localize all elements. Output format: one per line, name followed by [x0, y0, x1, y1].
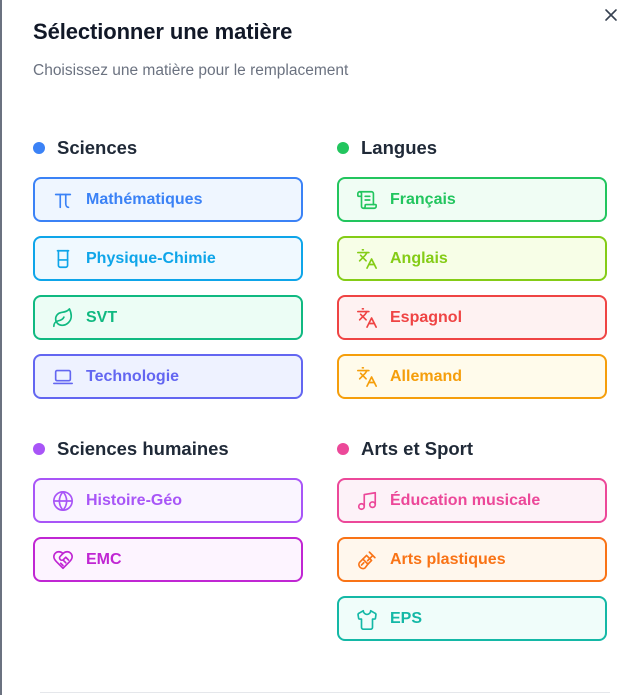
subject-label: EPS	[390, 609, 423, 627]
section-dot	[33, 443, 45, 455]
section-dot	[33, 142, 45, 154]
section-dot	[337, 443, 349, 455]
section-label: Sciences	[57, 137, 138, 158]
subject-button-physique-chimie[interactable]: Physique-Chimie	[33, 236, 303, 281]
section-langues-heading: Langues	[337, 137, 437, 159]
leaf-icon	[52, 307, 74, 329]
laptop-icon	[52, 366, 74, 388]
shirt-icon	[356, 608, 378, 630]
globe-icon	[52, 490, 74, 512]
subject-button-education-musicale[interactable]: Éducation musicale	[337, 478, 607, 523]
translate-icon	[356, 307, 378, 329]
section-sciences-heading: Sciences	[33, 137, 137, 159]
subject-label: Histoire-Géo	[86, 491, 183, 509]
section-arts-sport-heading: Arts et Sport	[337, 438, 473, 460]
subject-label: Mathématiques	[86, 190, 203, 208]
subject-label: Français	[390, 190, 456, 208]
subject-label: SVT	[86, 308, 118, 326]
subject-button-eps[interactable]: EPS	[337, 596, 607, 641]
subject-button-histoire-geo[interactable]: Histoire-Géo	[33, 478, 303, 523]
subject-label: Arts plastiques	[390, 550, 506, 568]
dialog-subtitle: Choisissez une matière pour le remplacem…	[33, 62, 349, 79]
subject-button-mathematiques[interactable]: Mathématiques	[33, 177, 303, 222]
subject-button-arts-plastiques[interactable]: Arts plastiques	[337, 537, 607, 582]
pi-icon	[52, 189, 74, 211]
translate-icon	[356, 366, 378, 388]
subject-button-espagnol[interactable]: Espagnol	[337, 295, 607, 340]
close-icon	[604, 8, 618, 27]
section-label: Sciences humaines	[57, 438, 229, 459]
beaker-icon	[52, 248, 74, 270]
translate-icon	[356, 248, 378, 270]
scroll-icon	[356, 189, 378, 211]
brush-icon	[356, 549, 378, 571]
subject-button-allemand[interactable]: Allemand	[337, 354, 607, 399]
subject-label: Espagnol	[390, 308, 463, 326]
window-edge	[0, 0, 2, 695]
section-label: Langues	[361, 137, 438, 158]
subject-button-francais[interactable]: Français	[337, 177, 607, 222]
subject-button-emc[interactable]: EMC	[33, 537, 303, 582]
section-sciences-humaines-heading: Sciences humaines	[33, 438, 229, 460]
subject-label: Physique-Chimie	[86, 249, 216, 267]
heart-handshake-icon	[52, 549, 74, 571]
subject-label: Allemand	[390, 367, 463, 385]
subject-label: Technologie	[86, 367, 180, 385]
footer-divider	[40, 692, 610, 693]
subject-button-anglais[interactable]: Anglais	[337, 236, 607, 281]
subject-button-technologie[interactable]: Technologie	[33, 354, 303, 399]
music-icon	[356, 490, 378, 512]
dialog-title: Sélectionner une matière	[33, 19, 293, 44]
subject-label: Éducation musicale	[390, 491, 541, 509]
close-button[interactable]	[601, 7, 619, 27]
section-dot	[337, 142, 349, 154]
subject-label: Anglais	[390, 249, 448, 267]
subject-label: EMC	[86, 550, 122, 568]
subject-button-svt[interactable]: SVT	[33, 295, 303, 340]
section-label: Arts et Sport	[361, 438, 474, 459]
